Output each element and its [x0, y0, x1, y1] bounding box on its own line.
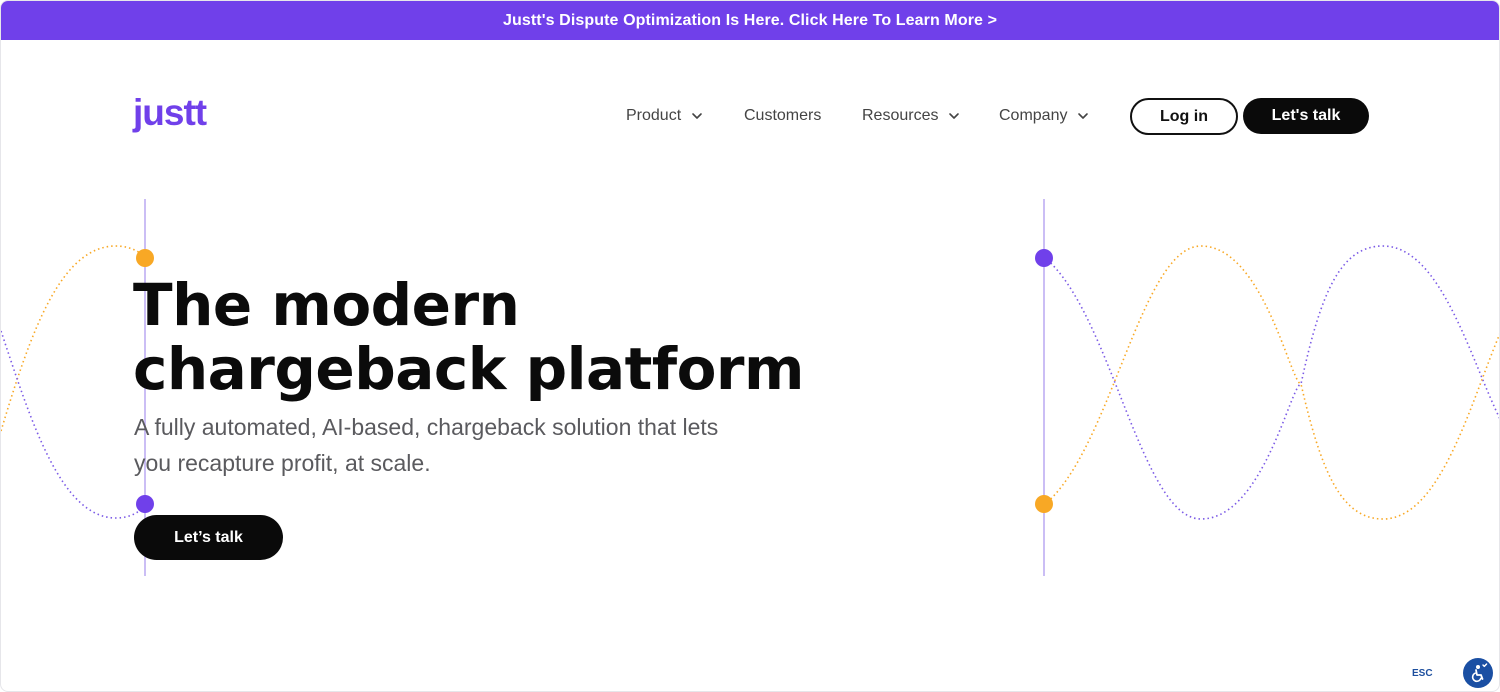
lets-talk-hero-button[interactable]: Let’s talk — [134, 515, 283, 560]
accessibility-icon — [1471, 663, 1488, 683]
purple-dot — [136, 495, 154, 513]
hero-subtitle-line1: A fully automated, AI-based, chargeback … — [134, 414, 719, 440]
hero-subtitle-line2: you recapture profit, at scale. — [134, 450, 431, 476]
right-orange-wave — [1043, 245, 1499, 520]
right-purple-wave — [1043, 245, 1499, 520]
orange-dot — [1035, 495, 1053, 513]
orange-dot — [136, 249, 154, 267]
left-orange-wave — [1, 245, 146, 432]
left-purple-wave — [1, 330, 146, 519]
hero-title-line1: The modern — [133, 271, 520, 339]
hero-title-line2: chargeback platform — [133, 335, 804, 403]
accessibility-button[interactable] — [1463, 658, 1493, 688]
page-frame: Justt's Dispute Optimization Is Here. Cl… — [0, 0, 1500, 692]
esc-label[interactable]: ESC — [1412, 668, 1433, 679]
hero-subtitle: A fully automated, AI-based, chargeback … — [134, 409, 794, 481]
hero-title: The modern chargeback platform — [133, 273, 893, 401]
purple-dot — [1035, 249, 1053, 267]
